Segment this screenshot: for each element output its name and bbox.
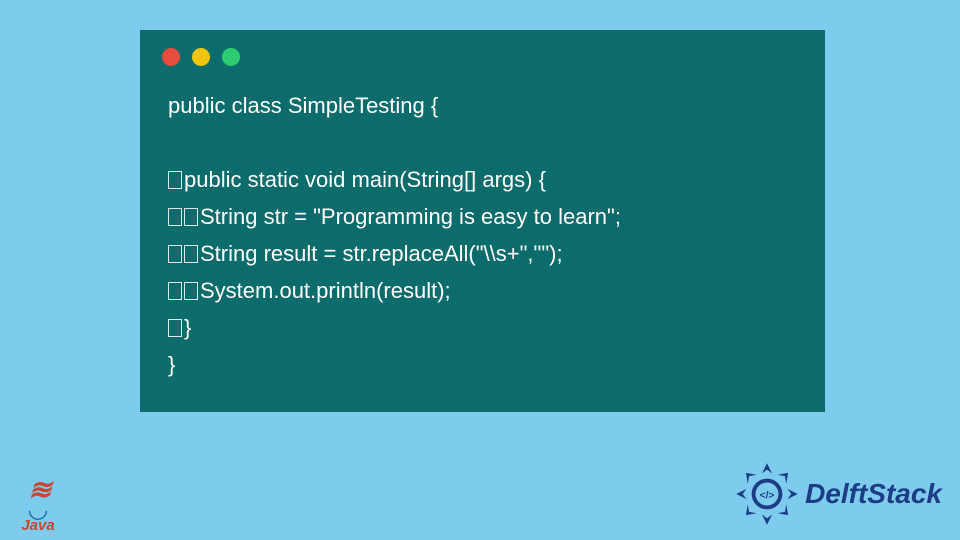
indent-box-icon <box>184 282 198 300</box>
code-window: public class SimpleTesting { public stat… <box>140 30 825 412</box>
code-line: public class SimpleTesting { <box>168 88 797 125</box>
indent-box-icon <box>168 282 182 300</box>
code-line: String str = "Programming is easy to lea… <box>168 199 797 236</box>
code-text: public class SimpleTesting { <box>168 93 438 118</box>
code-line: System.out.println(result); <box>168 273 797 310</box>
indent-box-icon <box>184 245 198 263</box>
indent-box-icon <box>168 208 182 226</box>
indent-box-icon <box>168 319 182 337</box>
java-logo: ≋ ◡ Java <box>10 477 66 534</box>
code-text: String result = str.replaceAll("\\s+",""… <box>200 241 563 266</box>
code-line: } <box>168 347 797 384</box>
close-icon <box>162 48 180 66</box>
delftstack-logo: </> DelftStack <box>735 462 942 526</box>
code-text: public static void main(String[] args) { <box>184 167 546 192</box>
code-text <box>168 130 174 155</box>
code-text: System.out.println(result); <box>200 278 451 303</box>
indent-box-icon <box>184 208 198 226</box>
code-line: } <box>168 310 797 347</box>
window-traffic-lights <box>140 30 825 76</box>
svg-text:</>: </> <box>760 490 775 501</box>
indent-box-icon <box>168 171 182 189</box>
java-cup-icon: ◡ <box>10 503 66 517</box>
code-text: } <box>184 315 191 340</box>
code-line: String result = str.replaceAll("\\s+",""… <box>168 236 797 273</box>
indent-box-icon <box>168 245 182 263</box>
code-line: public static void main(String[] args) { <box>168 162 797 199</box>
java-label: Java <box>10 517 66 534</box>
code-text: } <box>168 352 175 377</box>
delftstack-label: DelftStack <box>805 478 942 510</box>
minimize-icon <box>192 48 210 66</box>
code-line <box>168 125 797 162</box>
code-block: public class SimpleTesting { public stat… <box>140 76 825 384</box>
code-text: String str = "Programming is easy to lea… <box>200 204 621 229</box>
maximize-icon <box>222 48 240 66</box>
delftstack-emblem-icon: </> <box>735 462 799 526</box>
